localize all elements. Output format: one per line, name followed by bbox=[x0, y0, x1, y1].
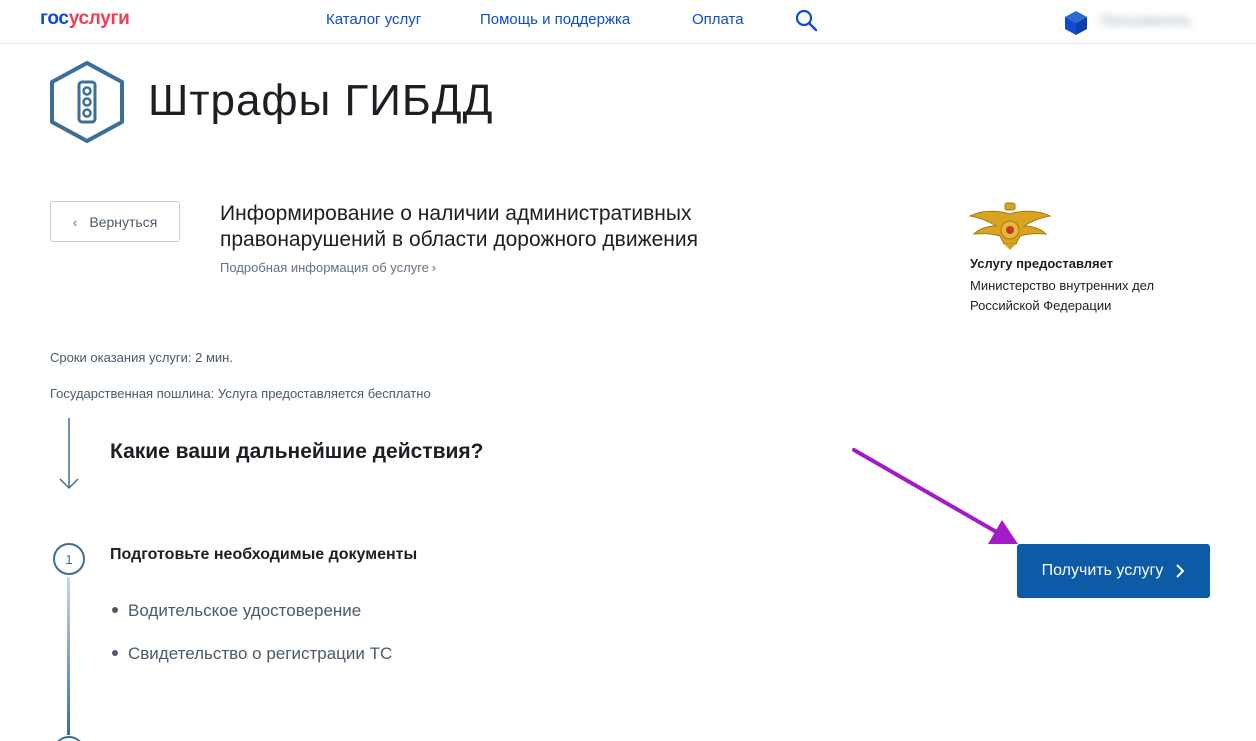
list-item: Свидетельство о регистрации ТС bbox=[112, 644, 392, 664]
service-terms: Сроки оказания услуги: 2 мин. bbox=[50, 350, 233, 365]
service-fee: Государственная пошлина: Услуга предоста… bbox=[50, 386, 431, 401]
get-service-label: Получить услугу bbox=[1041, 562, 1164, 579]
provider-label: Услугу предоставляет bbox=[970, 256, 1114, 271]
top-header: госуслуги Каталог услуг Помощь и поддерж… bbox=[0, 0, 1256, 44]
get-service-button[interactable]: Получить услугу bbox=[1017, 544, 1210, 598]
mvd-emblem-icon bbox=[968, 202, 1052, 250]
page-title: Штрафы ГИБДД bbox=[148, 76, 494, 125]
bullet-icon bbox=[112, 649, 118, 656]
chevron-right-icon: › bbox=[431, 260, 437, 275]
service-details-link[interactable]: Подробная информация об услуге › bbox=[220, 260, 436, 275]
gosuslugi-logo[interactable]: госуслуги bbox=[40, 8, 130, 30]
back-button[interactable]: ‹ Вернуться bbox=[50, 201, 180, 242]
service-heading: Информирование о наличии административны… bbox=[220, 202, 698, 251]
bullet-icon bbox=[112, 606, 118, 613]
logo-part-gos: гос bbox=[40, 8, 69, 29]
step-1-title: Подготовьте необходимые документы bbox=[110, 546, 418, 563]
step-number-2-circle bbox=[53, 736, 85, 741]
provider-name: Министерство внутренних дел Российской Ф… bbox=[970, 278, 1155, 313]
traffic-light-icon bbox=[50, 61, 124, 143]
annotation-arrow-icon bbox=[852, 448, 1018, 544]
logo-part-uslugi: услуги bbox=[68, 8, 130, 29]
user-cube-icon[interactable] bbox=[1064, 10, 1088, 36]
back-button-label: Вернуться bbox=[89, 213, 158, 230]
list-item: Водительское удостоверение bbox=[112, 601, 361, 621]
actions-heading: Какие ваши дальнейшие действия? bbox=[110, 440, 484, 463]
step-connector-line bbox=[67, 577, 70, 735]
nav-payment-link[interactable]: Оплата bbox=[692, 11, 744, 28]
arrow-down-icon bbox=[59, 418, 79, 490]
document-label: Водительское удостоверение bbox=[128, 601, 362, 620]
chevron-left-icon: ‹ bbox=[72, 213, 78, 230]
nav-help-link[interactable]: Помощь и поддержка bbox=[480, 11, 630, 28]
step-number-1: 1 bbox=[53, 543, 85, 575]
user-name[interactable]: Пользователь bbox=[1100, 12, 1191, 28]
chevron-right-icon bbox=[1176, 564, 1185, 578]
document-label: Свидетельство о регистрации ТС bbox=[128, 644, 393, 663]
service-details-label: Подробная информация об услуге bbox=[220, 260, 429, 275]
search-icon[interactable] bbox=[794, 8, 818, 32]
nav-catalog-link[interactable]: Каталог услуг bbox=[326, 11, 421, 28]
